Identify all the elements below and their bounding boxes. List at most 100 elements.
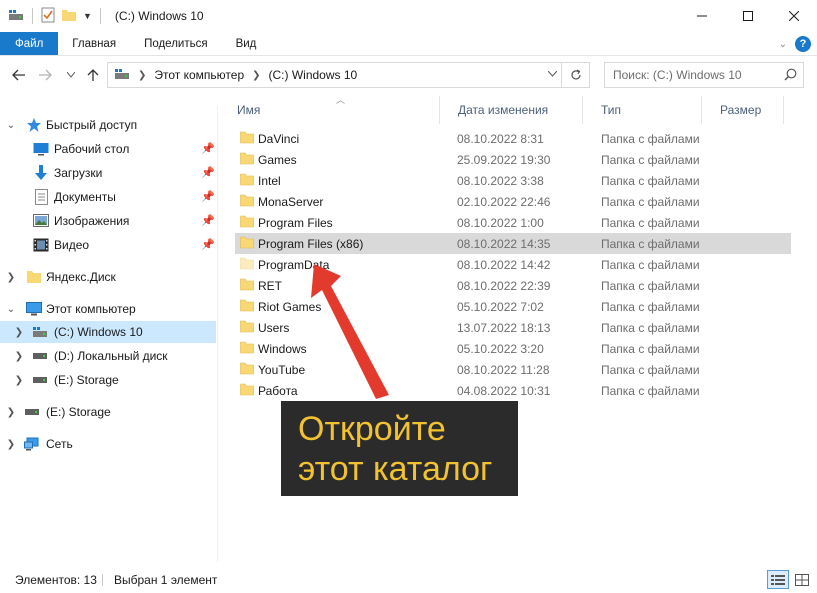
file-name: Работа [258, 384, 298, 398]
sidebar-item-yandex-disk[interactable]: ❯ Яндекс.Диск [0, 266, 216, 288]
sidebar-item-drive-c[interactable]: ❯ (C:) Windows 10 [0, 321, 216, 343]
sidebar-item-documents[interactable]: Документы 📌 [0, 186, 216, 208]
pin-icon[interactable]: 📌 [201, 238, 215, 251]
selection-count: Выбран 1 элемент [114, 573, 218, 587]
chevron-right-icon[interactable]: ❯ [14, 375, 24, 386]
chevron-right-icon[interactable]: ❯ [14, 351, 24, 362]
file-name: Program Files [258, 216, 333, 230]
column-header-type[interactable]: Тип [583, 96, 702, 124]
table-row[interactable]: Работа 04.08.2022 10:31 Папка с файлами [235, 380, 791, 401]
sidebar-item-label: Сеть [46, 437, 73, 451]
tab-file[interactable]: Файл [0, 32, 59, 55]
table-row[interactable]: YouTube 08.10.2022 11:28 Папка с файлами [235, 359, 791, 380]
sidebar-item-label: Изображения [54, 214, 130, 228]
expand-ribbon-icon[interactable]: ⌄ [779, 39, 787, 50]
forward-button[interactable] [36, 66, 54, 84]
file-type: Папка с файлами [601, 342, 700, 356]
ribbon-tabs: Файл Главная Поделиться Вид ⌄ ? [0, 32, 817, 56]
refresh-button[interactable] [561, 63, 589, 87]
search-input[interactable]: Поиск: (C:) Windows 10 [604, 62, 804, 88]
search-icon[interactable] [784, 68, 797, 84]
file-date: 08.10.2022 1:00 [457, 216, 544, 230]
pin-icon[interactable]: 📌 [201, 214, 215, 227]
minimize-button[interactable] [679, 0, 725, 32]
column-header-label: Дата изменения [458, 103, 549, 117]
chevron-down-icon[interactable]: ▼ [83, 11, 92, 21]
file-name: DaVinci [258, 132, 300, 146]
sidebar-item-this-pc[interactable]: ⌄ Этот компьютер [0, 298, 216, 320]
sidebar-item-quick-access[interactable]: ⌄ Быстрый доступ [0, 114, 216, 136]
folder-icon [240, 278, 254, 294]
new-folder-icon[interactable] [61, 8, 77, 25]
table-row[interactable]: Riot Games 05.10.2022 7:02 Папка с файлами [235, 296, 791, 317]
chevron-right-icon[interactable]: ❯ [252, 70, 260, 81]
table-row[interactable]: Users 13.07.2022 18:13 Папка с файлами [235, 317, 791, 338]
sidebar-item-desktop[interactable]: Рабочий стол 📌 [0, 138, 216, 160]
callout-line: этот каталог [298, 450, 493, 488]
sort-ascending-icon: ︿ [336, 95, 346, 105]
sidebar-item-network[interactable]: ❯ Сеть [0, 433, 216, 455]
chevron-down-icon[interactable]: ⌄ [6, 304, 16, 315]
table-row[interactable]: Program Files (x86) 08.10.2022 14:35 Папка… [235, 233, 791, 254]
chevron-right-icon[interactable]: ❯ [6, 272, 16, 283]
sidebar-item-drive-e[interactable]: ❯ (E:) Storage [0, 369, 216, 391]
column-header-name[interactable]: ︿ Имя [219, 95, 440, 124]
chevron-right-icon[interactable]: ❯ [14, 327, 24, 338]
sidebar-item-drive-d[interactable]: ❯ (D:) Локальный диск [0, 345, 216, 367]
table-row[interactable]: MonaServer 02.10.2022 22:46 Папка с файлам… [235, 191, 791, 212]
table-row[interactable]: Windows 05.10.2022 3:20 Папка с файлами [235, 338, 791, 359]
column-header-size[interactable]: Размер [702, 96, 784, 124]
navigation-pane: ⌄ Быстрый доступ Рабочий стол 📌 Загрузки… [0, 106, 218, 562]
table-row[interactable]: Games 25.09.2022 19:30 Папка с файлами [235, 149, 791, 170]
column-header-label: Тип [601, 103, 622, 117]
folder-icon [240, 215, 254, 231]
recent-locations-button[interactable] [62, 66, 80, 84]
chevron-right-icon[interactable]: ❯ [6, 439, 16, 450]
drive-icon [32, 324, 48, 340]
address-bar[interactable]: ❯ Этот компьютер ❯ (C:) Windows 10 [107, 62, 590, 88]
chevron-right-icon[interactable]: ❯ [6, 407, 16, 418]
breadcrumb-drive-c[interactable]: (C:) Windows 10 [269, 68, 358, 82]
sidebar-item-pictures[interactable]: Изображения 📌 [0, 210, 216, 232]
breadcrumb-this-pc[interactable]: Этот компьютер [154, 68, 244, 82]
back-button[interactable] [10, 66, 28, 84]
help-button[interactable]: ? [795, 36, 811, 52]
sidebar-item-videos[interactable]: Видео 📌 [0, 234, 216, 256]
table-row[interactable]: DaVinci 08.10.2022 8:31 Папка с файлами [235, 128, 791, 149]
close-button[interactable] [771, 0, 817, 32]
maximize-button[interactable] [725, 0, 771, 32]
folder-icon [240, 362, 254, 378]
callout-line: Откройте [298, 410, 446, 448]
file-date: 05.10.2022 3:20 [457, 342, 544, 356]
tab-view[interactable]: Вид [222, 32, 271, 55]
up-button[interactable] [84, 66, 102, 84]
sidebar-item-downloads[interactable]: Загрузки 📌 [0, 162, 216, 184]
pin-icon[interactable]: 📌 [201, 142, 215, 155]
tab-share[interactable]: Поделиться [130, 32, 222, 55]
file-name: ProgramData [258, 258, 330, 272]
pin-icon[interactable]: 📌 [201, 190, 215, 203]
table-row[interactable]: Program Files 08.10.2022 1:00 Папка с файл… [235, 212, 791, 233]
video-icon [33, 237, 49, 253]
tab-home[interactable]: Главная [58, 32, 130, 55]
file-type: Папка с файлами [601, 132, 700, 146]
properties-icon[interactable] [41, 7, 55, 26]
chevron-right-icon[interactable]: ❯ [138, 70, 146, 81]
table-row[interactable]: ProgramData 08.10.2022 14:42 Папка с файла… [235, 254, 791, 275]
sidebar-item-storage[interactable]: ❯ (E:) Storage [0, 401, 216, 423]
sidebar-item-label: (D:) Локальный диск [54, 349, 168, 363]
file-type: Папка с файлами [601, 384, 700, 398]
details-view-button[interactable] [767, 570, 789, 589]
file-name: Games [258, 153, 297, 167]
folder-icon [240, 341, 254, 357]
chevron-down-icon[interactable]: ⌄ [6, 120, 16, 131]
large-icons-view-button[interactable] [791, 570, 813, 589]
document-icon [33, 189, 49, 205]
chevron-down-icon[interactable] [547, 69, 558, 80]
file-name: Program Files (x86) [258, 237, 364, 251]
table-row[interactable]: Intel 08.10.2022 3:38 Папка с файлами [235, 170, 791, 191]
drive-icon [114, 67, 130, 84]
pin-icon[interactable]: 📌 [201, 166, 215, 179]
table-row[interactable]: RET 08.10.2022 22:39 Папка с файлами [235, 275, 791, 296]
column-header-date[interactable]: Дата изменения [440, 96, 583, 124]
